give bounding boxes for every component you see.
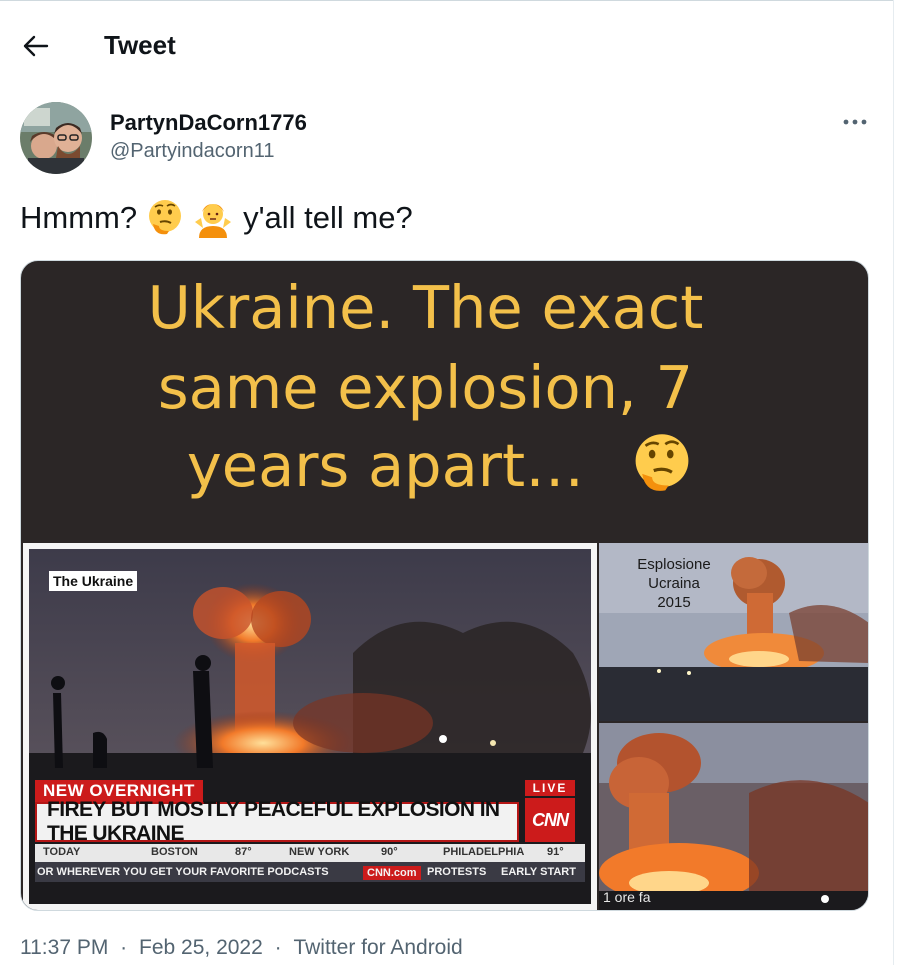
news-chyron: NEW OVERNIGHT FIREY BUT MOSTLY PEACEFUL … bbox=[35, 780, 585, 890]
ticker-item: 90° bbox=[381, 846, 398, 858]
news-ticker: OR WHEREVER YOU GET YOUR FAVORITE PODCAS… bbox=[35, 862, 585, 882]
ticker-item: 87° bbox=[235, 846, 252, 858]
photo-caption: Esplosione Ucraina 2015 bbox=[619, 555, 729, 612]
photo-caption-line: Esplosione bbox=[637, 556, 711, 573]
ticker-item: BOSTON bbox=[151, 846, 198, 858]
photo-caption-line: 2015 bbox=[657, 594, 691, 611]
weather-ticker: TODAY BOSTON 87° NEW YORK 90° PHILADELPH… bbox=[35, 844, 585, 862]
author-handle[interactable]: @Partyindacorn11 bbox=[110, 140, 274, 163]
caption-line-2: same explosion, 7 bbox=[157, 353, 694, 422]
news-broadcast-frame: The Ukraine NEW OVERNIGHT FIREY BUT MOST… bbox=[23, 543, 597, 910]
photo-timestamp: 1 ore fa bbox=[603, 889, 651, 905]
ticker-site: CNN.com bbox=[363, 866, 421, 880]
avatar[interactable] bbox=[20, 102, 92, 174]
tweet-date[interactable]: Feb 25, 2022 bbox=[139, 936, 263, 959]
image-caption: Ukraine. The exact same explosion, 7 yea… bbox=[21, 261, 868, 543]
ticker-item: TODAY bbox=[43, 846, 81, 858]
top-divider bbox=[0, 0, 893, 4]
comparison-photo-2015: Esplosione Ucraina 2015 bbox=[599, 543, 868, 721]
explosion-scene bbox=[599, 723, 868, 910]
live-badge: LIVE bbox=[525, 780, 575, 796]
caption-line-1: Ukraine. The exact bbox=[147, 273, 704, 342]
comparison-photo-recent: 1 ore fa bbox=[599, 723, 868, 910]
ticker-item: NEW YORK bbox=[289, 846, 350, 858]
network-logo: CNN bbox=[525, 798, 575, 842]
location-tag: The Ukraine bbox=[49, 571, 138, 591]
ticker-item: 91° bbox=[547, 846, 564, 858]
thinking-face-emoji bbox=[145, 198, 185, 238]
ticker-text: OR WHEREVER YOU GET YOUR FAVORITE PODCAS… bbox=[37, 866, 329, 878]
network-name: CNN bbox=[532, 809, 569, 830]
chyron-headline: FIREY BUT MOSTLY PEACEFUL EXPLOSION IN T… bbox=[35, 798, 519, 845]
person-shrugging-emoji bbox=[193, 198, 233, 238]
thinking-face-emoji bbox=[635, 434, 689, 491]
tweet-text: Hmmm? y'all tell me? bbox=[20, 198, 413, 238]
photo-caption-line: Ucraina bbox=[648, 575, 700, 592]
separator: · bbox=[274, 936, 282, 959]
ticker-text: PROTESTS bbox=[427, 866, 487, 878]
tweet-image[interactable]: Ukraine. The exact same explosion, 7 yea… bbox=[20, 260, 869, 911]
column-divider bbox=[893, 0, 894, 965]
tweet-text-end: y'all tell me? bbox=[243, 200, 413, 235]
page-header: Tweet bbox=[0, 18, 893, 74]
arrow-left-icon[interactable] bbox=[16, 28, 56, 64]
page-title: Tweet bbox=[104, 30, 176, 60]
more-horizontal-icon[interactable] bbox=[840, 110, 870, 134]
tweet-metadata: 11:37 PM · Feb 25, 2022 · Twitter for An… bbox=[20, 936, 463, 960]
separator: · bbox=[120, 936, 128, 959]
author-display-name[interactable]: PartynDaCorn1776 bbox=[110, 110, 307, 136]
tweet-time[interactable]: 11:37 PM bbox=[20, 936, 108, 959]
ticker-item: PHILADELPHIA bbox=[443, 846, 525, 858]
tweet-author: PartynDaCorn1776 @Partyindacorn11 bbox=[20, 102, 880, 174]
tweet-text-start: Hmmm? bbox=[20, 200, 138, 235]
ticker-text: EARLY START bbox=[501, 866, 576, 878]
tweet-client[interactable]: Twitter for Android bbox=[293, 936, 462, 959]
